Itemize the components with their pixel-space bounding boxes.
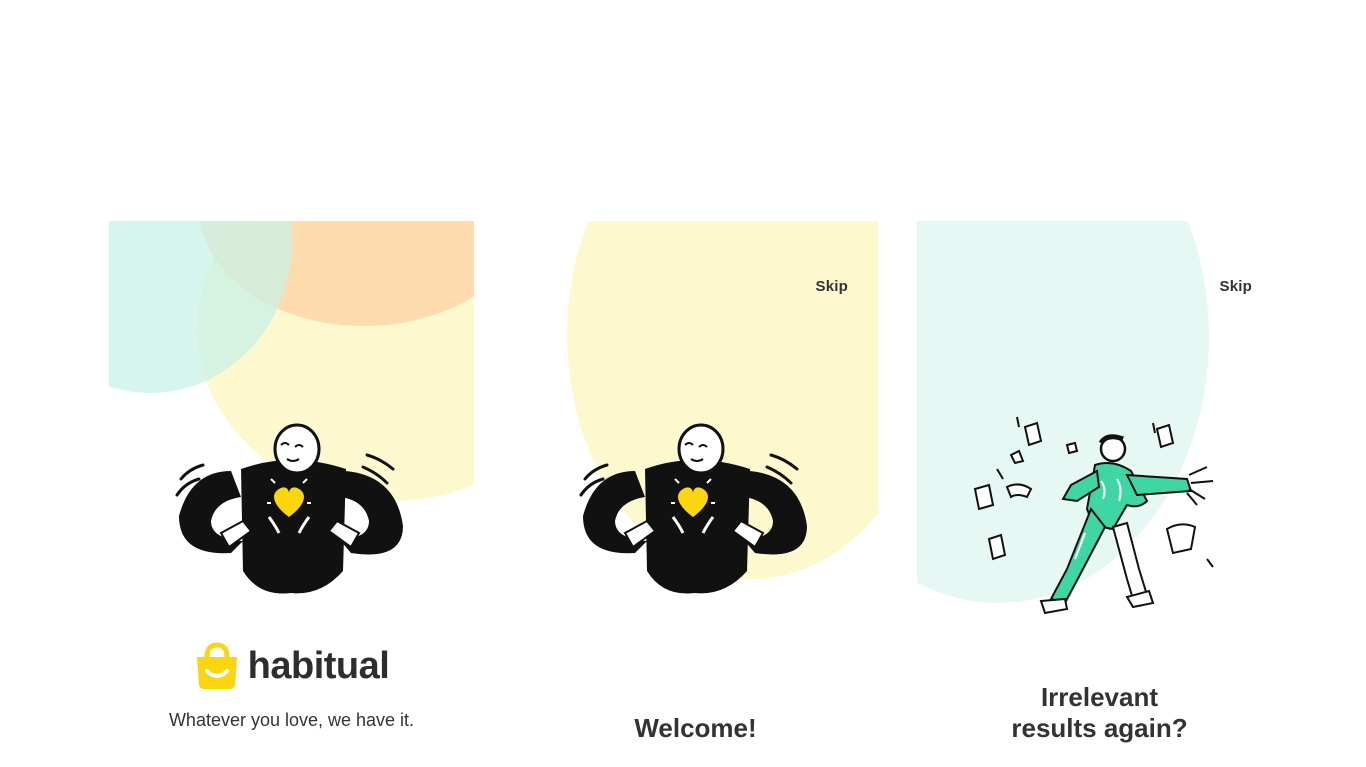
skip-button[interactable]: Skip [816, 278, 848, 295]
person-hugging-heart-illustration [175, 423, 403, 594]
shopping-bag-smile-icon [196, 642, 237, 689]
person-throwing-papers-illustration [973, 416, 1214, 615]
skip-button[interactable]: Skip [1220, 278, 1252, 295]
splash-screen: habitual Whatever you love, we have it. [109, 221, 474, 767]
irrelevant-headline-line2: results again? [1011, 713, 1188, 743]
tagline: Whatever you love, we have it. [168, 710, 415, 730]
welcome-screen: Skip Welcome! [513, 221, 878, 767]
welcome-headline: Welcome! [634, 713, 757, 743]
brand-name: habitual [247, 644, 390, 687]
irrelevant-results-screen: Skip Irrelevant results again? [917, 221, 1282, 767]
brand-lockup: habitual [109, 641, 474, 691]
person-hugging-heart-illustration [579, 423, 807, 594]
irrelevant-headline-line1: Irrelevant [1040, 682, 1159, 712]
onboarding-canvas: habitual Whatever you love, we have it. … [0, 0, 1366, 767]
